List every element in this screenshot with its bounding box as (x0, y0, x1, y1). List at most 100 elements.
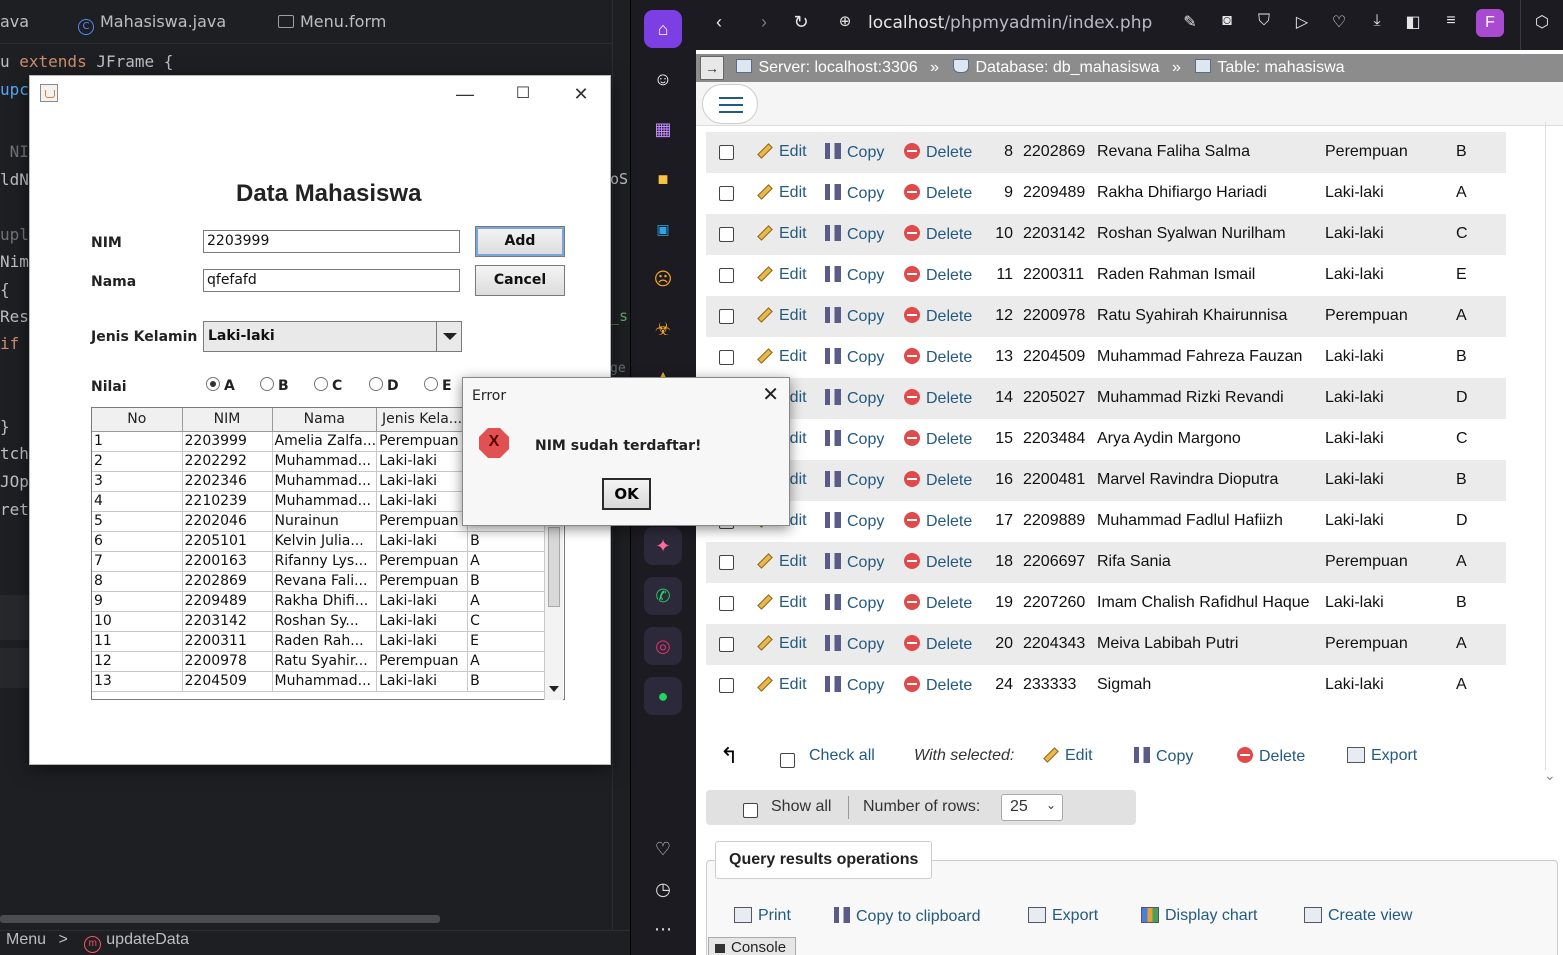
row-checkbox[interactable] (719, 637, 734, 652)
profile-avatar[interactable]: F (1476, 9, 1504, 37)
table-cell[interactable]: Laki-laki (376, 451, 469, 472)
cancel-button[interactable]: Cancel (475, 265, 565, 296)
table-cell[interactable]: 2202346 (182, 471, 273, 492)
bulk-edit-button[interactable]: Edit (1043, 747, 1093, 765)
site-info-icon[interactable]: ⊕ (833, 12, 857, 30)
edit-link[interactable]: Edit (757, 225, 807, 243)
code-line[interactable]: u extends JFrame { (0, 52, 173, 71)
table-cell[interactable]: 2205101 (182, 531, 273, 552)
print-link[interactable]: Print (734, 907, 791, 925)
table-row[interactable]: 7 2200163 Rifanny Lys... Perempuan A (92, 551, 559, 572)
forward-icon[interactable]: › (752, 12, 776, 33)
table-cell[interactable]: 2203999 (182, 431, 273, 452)
hamburger-menu-button[interactable] (702, 84, 758, 124)
table-cell[interactable]: Ratu Syahir... (272, 651, 378, 672)
menu-icon[interactable]: ≡ (1439, 12, 1463, 30)
delete-link[interactable]: Delete (904, 471, 972, 490)
show-all-label[interactable]: Show all (771, 798, 831, 816)
table-row[interactable]: 6 2205101 Kelvin Julia... Laki-laki B (92, 531, 559, 552)
scrollbar-thumb[interactable] (548, 527, 560, 607)
copy-link[interactable]: Copy (825, 225, 884, 244)
table-row[interactable]: 12 2200978 Ratu Syahir... Perempuan A (92, 651, 559, 672)
download-icon[interactable]: ⤓ (1365, 12, 1389, 30)
code-line[interactable]: upl (0, 225, 29, 244)
table-row[interactable]: 8 2202869 Revana Fali... Perempuan B (92, 571, 559, 592)
instagram-icon[interactable]: ◎ (644, 627, 682, 665)
table-cell[interactable]: Laki-laki (376, 631, 469, 652)
table-cell[interactable]: Laki-laki (376, 611, 469, 632)
bookmark-icon[interactable]: ☺ (644, 60, 682, 98)
table-row[interactable]: 10 2203142 Roshan Sy... Laki-laki C (92, 611, 559, 632)
table-cell[interactable]: 2 (92, 451, 183, 472)
table-header-jenis-kelamin[interactable]: Jenis Kela... (376, 408, 469, 432)
code-line[interactable]: Nim (0, 252, 29, 271)
horizontal-scrollbar[interactable] (0, 915, 440, 923)
delete-link[interactable]: Delete (904, 225, 972, 244)
table-cell[interactable]: 5 (92, 511, 183, 532)
jenis-kelamin-combobox[interactable]: Laki-laki (203, 321, 462, 352)
camera-icon[interactable]: ◙ (1215, 12, 1239, 30)
table-row[interactable]: Edit Copy Delete 13 2204509 Muhammad Fahreza … (706, 337, 1506, 378)
row-checkbox[interactable] (719, 555, 734, 570)
delete-link[interactable]: Delete (904, 635, 972, 654)
copy-link[interactable]: Copy (825, 471, 884, 490)
copy-link[interactable]: Copy (825, 512, 884, 531)
table-cell[interactable]: 12 (92, 651, 183, 672)
code-line[interactable]: if (0, 334, 19, 353)
delete-link[interactable]: Delete (904, 553, 972, 572)
cube-icon[interactable]: ⬡ (1530, 12, 1554, 32)
edit-link[interactable]: Edit (757, 676, 807, 694)
table-cell[interactable]: Perempuan (376, 511, 469, 532)
copy-link[interactable]: Copy (825, 184, 884, 203)
editor-tab-partial[interactable]: ava (0, 12, 29, 31)
code-line[interactable]: { (0, 280, 10, 299)
vertical-scrollbar[interactable] (1544, 122, 1556, 784)
table-header-nama[interactable]: Nama (272, 408, 378, 432)
row-checkbox[interactable] (719, 309, 734, 324)
table-cell[interactable]: Laki-laki (376, 531, 469, 552)
table-cell[interactable]: Raden Rah... (272, 631, 378, 652)
delete-link[interactable]: Delete (904, 676, 972, 695)
collapse-arrow-icon[interactable]: → (700, 56, 724, 80)
table-cell[interactable]: Perempuan (376, 431, 469, 452)
table-header-no[interactable]: No (92, 408, 183, 432)
table-cell[interactable]: Muhammad... (272, 451, 378, 472)
breadcrumb-database[interactable]: Database: db_mahasiswa (975, 59, 1159, 76)
code-line[interactable]: upc (0, 80, 29, 99)
row-checkbox[interactable] (719, 186, 734, 201)
address-bar[interactable]: localhost/phpmyadmin/index.php (868, 13, 1152, 33)
copy-link[interactable]: Copy (825, 676, 884, 695)
chevron-down-icon[interactable] (436, 321, 462, 352)
reload-icon[interactable]: ↻ (789, 12, 813, 33)
table-cell[interactable]: 2202869 (182, 571, 273, 592)
row-checkbox[interactable] (719, 145, 734, 160)
delete-link[interactable]: Delete (904, 307, 972, 326)
play-icon[interactable]: ▷ (1290, 12, 1314, 32)
copy-to-clipboard-link[interactable]: Copy to clipboard (834, 907, 981, 926)
row-checkbox[interactable] (719, 227, 734, 242)
table-cell[interactable]: Muhammad... (272, 491, 378, 512)
edit-link[interactable]: Edit (757, 635, 807, 653)
aria-icon[interactable]: ✦ (644, 527, 682, 565)
display-chart-link[interactable]: Display chart (1141, 907, 1257, 925)
table-cell[interactable]: Revana Fali... (272, 571, 378, 592)
table-row[interactable]: 13 2204509 Muhammad... Laki-laki B (92, 671, 559, 692)
table-row[interactable]: Edit Copy Delete 20 2204343 Meiva Labibah Put… (706, 624, 1506, 665)
table-cell[interactable]: 2203142 (182, 611, 273, 632)
table-cell[interactable]: 2200163 (182, 551, 273, 572)
bulk-export-button[interactable]: Export (1347, 747, 1417, 765)
table-row[interactable]: Edit Copy Delete 8 2202869 Revana Faliha Salm… (706, 132, 1506, 173)
back-icon[interactable]: ‹ (707, 12, 731, 33)
code-line[interactable]: ret (0, 500, 29, 519)
nilai-radio-e[interactable]: E (424, 377, 452, 394)
maximize-icon[interactable]: ☐ (500, 81, 546, 107)
editor-tab-menu-form[interactable]: Menu.form (278, 12, 386, 31)
edit-link[interactable]: Edit (757, 143, 807, 161)
table-cell[interactable]: 10 (92, 611, 183, 632)
shield-icon[interactable]: ☣ (644, 310, 682, 348)
check-all-checkbox[interactable] (780, 753, 795, 768)
table-row[interactable]: 9 2209489 Rakha Dhifi... Laki-laki A (92, 591, 559, 612)
shield-check-icon[interactable]: ⛉ (1252, 12, 1276, 30)
number-of-rows-select[interactable]: 25 ⌄ (1001, 794, 1063, 821)
sidebar-toggle-icon[interactable]: ◧ (1401, 12, 1425, 32)
